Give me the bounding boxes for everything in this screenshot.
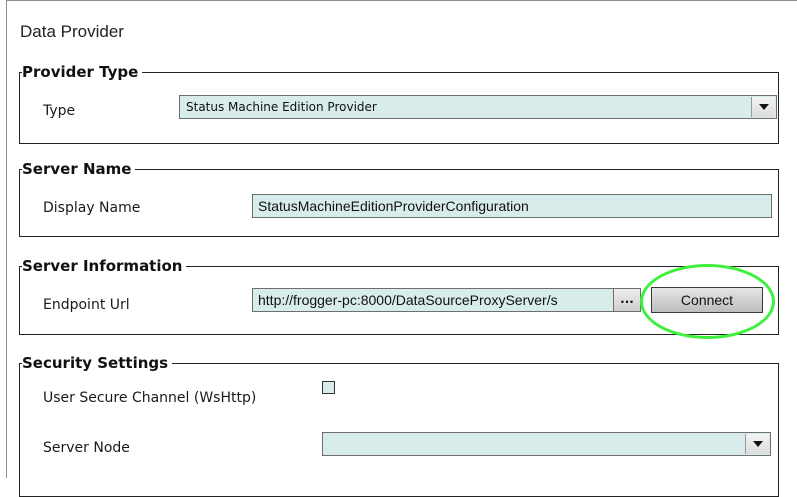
security-settings-legend: Security Settings xyxy=(22,354,169,372)
server-node-select[interactable] xyxy=(322,432,771,456)
display-name-field[interactable]: StatusMachineEditionProviderConfiguratio… xyxy=(252,194,772,218)
type-dropdown-button[interactable] xyxy=(751,97,775,117)
left-divider xyxy=(6,0,7,478)
provider-type-legend: Provider Type xyxy=(22,63,139,81)
server-information-legend: Server Information xyxy=(22,257,183,275)
top-divider xyxy=(6,0,797,1)
type-label: Type xyxy=(43,103,76,119)
browse-button[interactable]: ... xyxy=(613,288,641,312)
secure-channel-checkbox[interactable] xyxy=(322,381,335,394)
server-node-dropdown-button[interactable] xyxy=(745,434,769,454)
connect-button[interactable]: Connect xyxy=(651,287,763,313)
panel-title: Data Provider xyxy=(20,22,124,41)
type-select[interactable]: Status Machine Edition Provider xyxy=(179,95,777,119)
display-name-label: Display Name xyxy=(43,200,141,216)
server-name-legend: Server Name xyxy=(22,160,132,178)
endpoint-url-field[interactable]: http://frogger-pc:8000/DataSourceProxySe… xyxy=(252,288,614,312)
security-settings-group: Security Settings xyxy=(19,355,779,497)
chevron-down-icon xyxy=(758,104,769,110)
type-select-value: Status Machine Edition Provider xyxy=(186,100,377,114)
secure-channel-label: User Secure Channel (WsHttp) xyxy=(43,390,257,406)
chevron-down-icon xyxy=(752,441,763,447)
endpoint-url-label: Endpoint Url xyxy=(43,297,130,313)
server-node-label: Server Node xyxy=(43,440,130,456)
